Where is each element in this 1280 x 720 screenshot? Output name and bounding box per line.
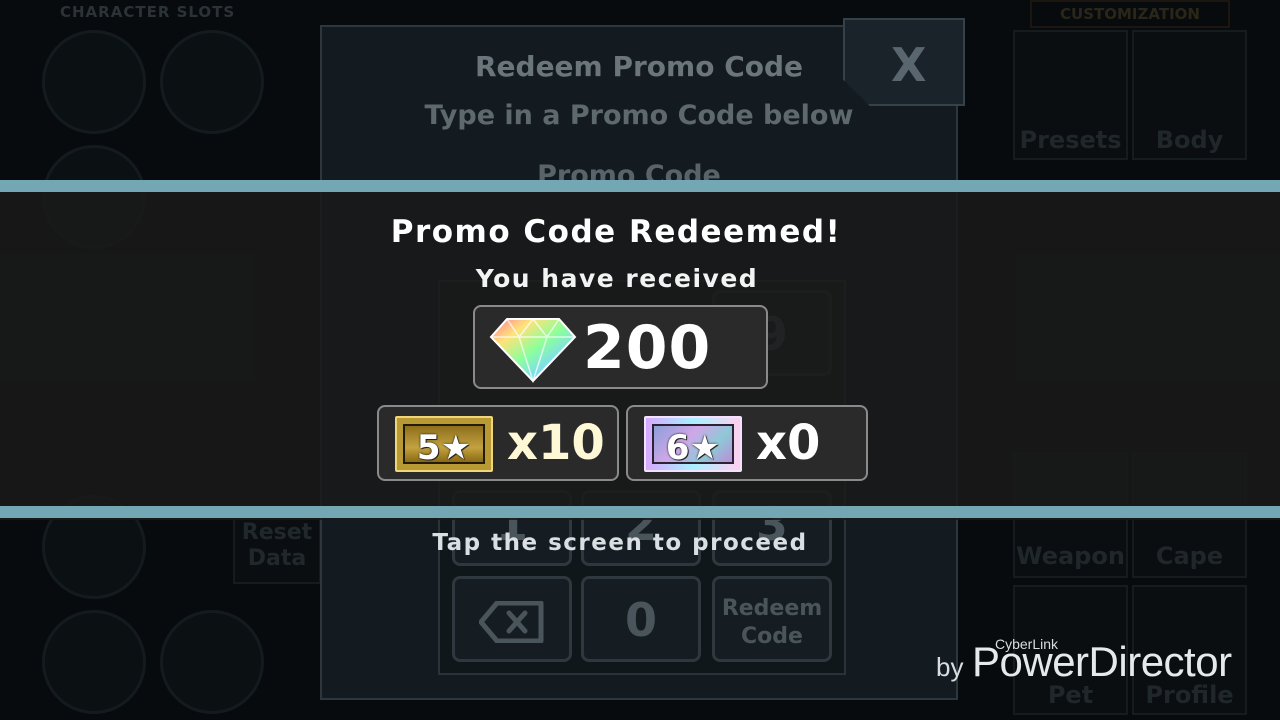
character-slot-5[interactable]	[42, 610, 146, 714]
gem-amount: 200	[583, 313, 712, 383]
backspace-key[interactable]	[452, 576, 572, 662]
six-star-ticket-icon: 6★	[644, 416, 742, 472]
reward-title: Promo Code Redeemed!	[390, 214, 842, 250]
gem-reward: 200	[473, 305, 768, 389]
backspace-icon	[479, 601, 544, 643]
five-star-ticket-count: x10	[507, 415, 605, 471]
modal-title: Redeem Promo Code	[474, 50, 804, 83]
watermark-by: by	[936, 652, 964, 682]
character-slot-6[interactable]	[160, 610, 264, 714]
key-0[interactable]: 0	[581, 576, 701, 662]
character-slots-header: CHARACTER SLOTS	[60, 3, 236, 21]
six-star-ticket-label: 6★	[652, 424, 734, 468]
presets-tile[interactable]: Presets	[1013, 30, 1128, 160]
redeem-code-button[interactable]: Redeem Code	[712, 576, 832, 662]
five-star-ticket-reward: 5★ x10	[377, 405, 619, 481]
reset-data-button[interactable]: Reset Data	[233, 512, 321, 584]
redeem-label-line1: Redeem	[721, 596, 823, 621]
character-slot-2[interactable]	[160, 30, 264, 134]
tap-to-proceed-text: Tap the screen to proceed	[432, 530, 808, 556]
modal-subtitle: Type in a Promo Code below	[424, 100, 854, 131]
body-tile[interactable]: Body	[1132, 30, 1247, 160]
reward-subtitle: You have received	[475, 264, 759, 293]
character-slot-1[interactable]	[42, 30, 146, 134]
rainbow-gem-icon	[489, 317, 577, 383]
customization-header: CUSTOMIZATION	[1030, 0, 1230, 28]
redeem-label-line2: Code	[741, 624, 803, 649]
watermark-powerdirector: PowerDirector	[972, 638, 1232, 685]
five-star-ticket-label: 5★	[403, 424, 485, 468]
overlay-bottom-line	[0, 506, 1280, 518]
six-star-ticket-count: x0	[756, 415, 821, 471]
overlay-top-line	[0, 180, 1280, 192]
six-star-ticket-reward: 6★ x0	[626, 405, 868, 481]
five-star-ticket-icon: 5★	[395, 416, 493, 472]
